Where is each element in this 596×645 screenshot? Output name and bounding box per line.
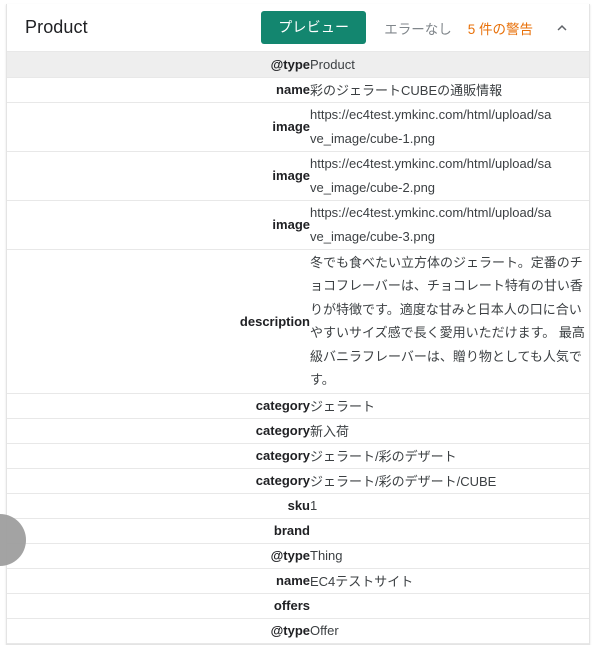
table-row: brand bbox=[7, 518, 589, 543]
property-value-line: https://ec4test.ymkinc.com/html/upload/s… bbox=[310, 204, 552, 220]
status-errors-label: エラーなし bbox=[384, 21, 452, 37]
property-key: category bbox=[255, 423, 310, 438]
property-value-text: 彩のジェラートCUBEの通販情報 bbox=[310, 83, 503, 98]
property-key: image bbox=[272, 168, 310, 183]
status-warnings-label[interactable]: 5 件の警告 bbox=[468, 18, 533, 38]
table-row: description 冬でも食べたい立方体のジェラート。定番のチョコフレーバーは… bbox=[7, 249, 589, 393]
structured-data-table: @type Product name 彩のジェラートCUBEの通販情報 image htt… bbox=[7, 52, 589, 644]
property-value-line: https://ec4test.ymkinc.com/html/upload/s… bbox=[310, 155, 552, 171]
property-value-line: https://ec4test.ymkinc.com/html/upload/s… bbox=[310, 106, 552, 122]
property-value: ジェラート bbox=[310, 393, 589, 418]
table-row: image https://ec4test.ymkinc.com/html/upl… bbox=[7, 151, 589, 200]
table-row: name 彩のジェラートCUBEの通販情報 bbox=[7, 77, 589, 102]
property-value-text: ジェラート/彩のデザート bbox=[310, 449, 457, 464]
property-value-text: ジェラート bbox=[310, 399, 376, 414]
property-key: sku bbox=[287, 498, 310, 513]
property-value-line: ve_image/cube-3.png bbox=[310, 228, 436, 244]
property-key: category bbox=[255, 398, 310, 413]
table-row: category ジェラート/彩のデザート/CUBE bbox=[7, 468, 589, 493]
structured-data-card: Product プレビュー エラーなし 5 件の警告 @type Product n… bbox=[6, 4, 590, 645]
property-value-text: ジェラート/彩のデザート/CUBE bbox=[310, 474, 497, 489]
property-value-text: Thing bbox=[310, 548, 343, 563]
property-value: https://ec4test.ymkinc.com/html/upload/s… bbox=[310, 102, 589, 151]
property-value bbox=[310, 593, 589, 618]
card-header: Product プレビュー エラーなし 5 件の警告 bbox=[7, 4, 589, 52]
page-title: Product bbox=[25, 17, 88, 37]
table-row: @type Offer bbox=[7, 618, 589, 643]
property-value: 1 bbox=[310, 493, 589, 518]
table-row: name EC4テストサイト bbox=[7, 568, 589, 593]
property-value-text: EC4テストサイト bbox=[310, 574, 414, 589]
property-key: image bbox=[272, 119, 310, 134]
table-row: @type Product bbox=[7, 52, 589, 77]
property-key: description bbox=[239, 313, 310, 329]
table-row: image https://ec4test.ymkinc.com/html/upl… bbox=[7, 102, 589, 151]
property-value: https://ec4test.ymkinc.com/html/upload/s… bbox=[310, 151, 589, 200]
property-value: 冬でも食べたい立方体のジェラート。定番のチョコフレーバーは、チョコレート特有の甘… bbox=[310, 249, 589, 393]
table-row: sku 1 bbox=[7, 493, 589, 518]
property-key: brand bbox=[273, 523, 310, 538]
table-row: image https://ec4test.ymkinc.com/html/upl… bbox=[7, 200, 589, 249]
table-row: category ジェラート/彩のデザート bbox=[7, 443, 589, 468]
table-row: @type Thing bbox=[7, 543, 589, 568]
table-row: category ジェラート bbox=[7, 393, 589, 418]
property-value-text: 冬でも食べたい立方体のジェラート。定番のチョコフレーバーは、チョコレート特有の甘… bbox=[310, 254, 585, 388]
table-row: category 新入荷 bbox=[7, 418, 589, 443]
property-value: Product bbox=[310, 52, 589, 77]
property-value: Offer bbox=[310, 618, 589, 643]
property-key: image bbox=[272, 217, 310, 232]
property-key: @type bbox=[270, 623, 310, 638]
property-value bbox=[310, 518, 589, 543]
preview-button[interactable]: プレビュー bbox=[261, 11, 367, 44]
property-value: https://ec4test.ymkinc.com/html/upload/s… bbox=[310, 200, 589, 249]
property-key: name bbox=[276, 82, 310, 97]
property-value: 新入荷 bbox=[310, 418, 589, 443]
property-value-text: 1 bbox=[310, 498, 318, 513]
property-value-text: Product bbox=[310, 56, 355, 72]
property-key: offers bbox=[273, 598, 310, 613]
property-value-text: 新入荷 bbox=[310, 424, 350, 439]
property-value: EC4テストサイト bbox=[310, 568, 589, 593]
property-key: name bbox=[276, 573, 310, 588]
property-key: @type bbox=[270, 548, 310, 563]
collapse-button[interactable] bbox=[549, 15, 575, 41]
property-value-line: ve_image/cube-1.png bbox=[310, 130, 436, 146]
table-row: offers bbox=[7, 593, 589, 618]
property-key: category bbox=[255, 473, 310, 488]
property-value: ジェラート/彩のデザート bbox=[310, 443, 589, 468]
chevron-up-icon bbox=[553, 19, 571, 37]
property-value: ジェラート/彩のデザート/CUBE bbox=[310, 468, 589, 493]
property-value-line: ve_image/cube-2.png bbox=[310, 179, 436, 195]
property-value: 彩のジェラートCUBEの通販情報 bbox=[310, 77, 589, 102]
property-value: Thing bbox=[310, 543, 589, 568]
property-key: category bbox=[255, 448, 310, 463]
property-key: @type bbox=[270, 56, 310, 72]
